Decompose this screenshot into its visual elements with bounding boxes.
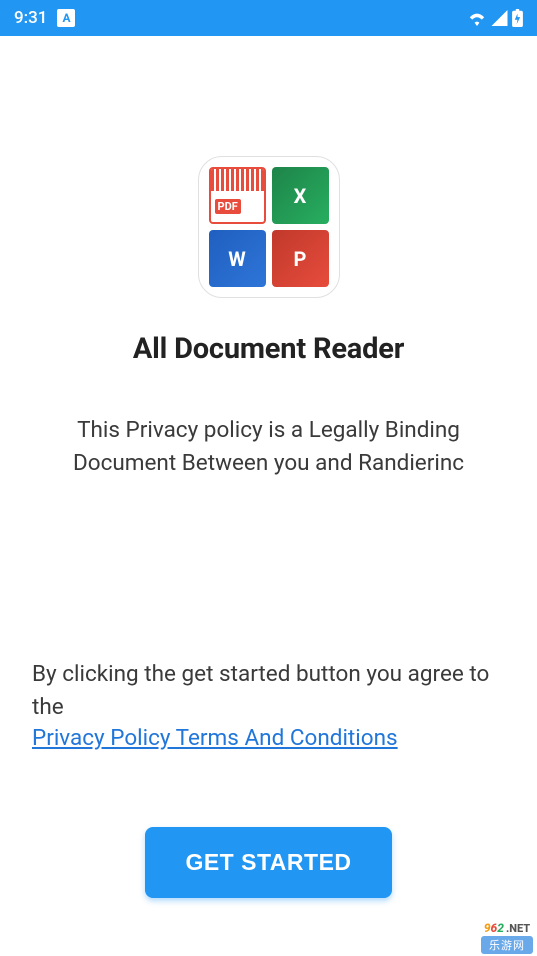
privacy-policy-link[interactable]: Privacy Policy Terms And Conditions [32,725,398,751]
privacy-description: This Privacy policy is a Legally Binding… [20,414,517,479]
status-bar: 9:31 A [0,0,537,36]
word-file-icon: W [209,230,266,287]
agreement-text: By clicking the get started button you a… [32,661,489,721]
wifi-icon [467,10,487,26]
battery-icon [512,9,523,27]
excel-file-icon: X [272,167,329,224]
status-time: 9:31 [14,8,47,28]
pdf-file-icon: PDF [209,167,266,224]
app-title: All Document Reader [133,332,404,366]
powerpoint-file-icon: P [272,230,329,287]
get-started-button[interactable]: GET STARTED [145,827,391,898]
status-indicator-icon: A [57,9,75,27]
app-logo: PDF X W P [198,156,340,298]
status-right-icons [467,9,523,27]
cell-signal-icon [491,10,508,26]
